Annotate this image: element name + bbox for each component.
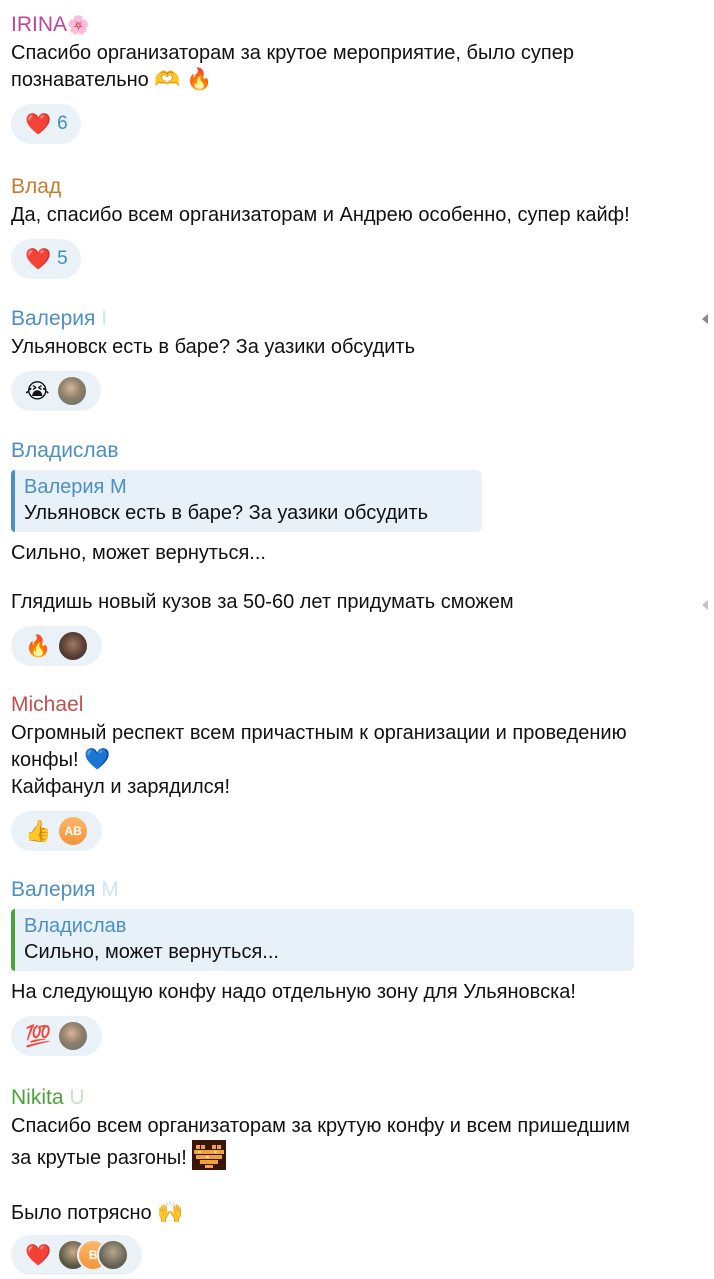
- message-valeria: Валерия I Ульяновск есть в баре? За уази…: [11, 306, 708, 411]
- message-vladislav: Владислав .q1::before{background:#4a90c4…: [11, 438, 708, 666]
- reply-quote[interactable]: Владислав Сильно, может вернуться...: [11, 909, 634, 971]
- message-line: Огромный респект всем причастным к орган…: [11, 722, 627, 744]
- message-line: Кайфанул и зарядился!: [11, 776, 231, 798]
- author-name[interactable]: Валерия I: [11, 306, 708, 334]
- reply-author: Владислав: [24, 915, 127, 937]
- reaction-chip[interactable]: ❤️ 6: [11, 104, 81, 144]
- pixel-heart-sticker-icon: [192, 1140, 227, 1178]
- message-valeria-2: Валерия М Владислав Сильно, может вернут…: [11, 877, 708, 1056]
- fire-icon: 🔥: [186, 67, 213, 91]
- message-line: На следующую конфу надо отдельную зону д…: [11, 981, 576, 1003]
- heart-hands-icon: 🫶: [154, 67, 181, 91]
- message-line: Было потрясно 🙌: [11, 1200, 184, 1225]
- blue-heart-icon: 💙: [84, 747, 111, 771]
- message-line: Да, спасибо всем организаторам и Андрею …: [11, 204, 630, 226]
- author-name[interactable]: Влад: [11, 174, 708, 202]
- avatar: [55, 375, 88, 407]
- author-name[interactable]: Валерия М: [11, 877, 708, 905]
- author-name[interactable]: IRINA🌸: [11, 12, 708, 40]
- author-name[interactable]: Nikita U: [11, 1085, 708, 1113]
- author-name[interactable]: Michael: [11, 692, 708, 720]
- reaction-chip[interactable]: 👍 AB: [11, 811, 103, 851]
- reply-quote[interactable]: .q1::before{background:#4a90c4;} Валерия…: [11, 470, 482, 532]
- red-heart-icon: ❤️: [25, 111, 52, 136]
- message-line: Сильно, может вернуться...: [11, 542, 266, 564]
- message-line: за крутые разгоны!: [11, 1140, 708, 1178]
- reaction-count: 5: [57, 248, 68, 269]
- avatar: AB: [57, 815, 90, 847]
- scroll-indicator-icon: [702, 600, 708, 610]
- avatar: [57, 630, 90, 662]
- reaction-chip[interactable]: 🔥: [11, 626, 103, 666]
- reaction-chip[interactable]: 😭: [11, 371, 101, 411]
- message-line: Спасибо всем организаторам за крутую кон…: [11, 1115, 630, 1137]
- message-line: Глядишь новый кузов за 50-60 лет придума…: [11, 591, 514, 613]
- avatar: [97, 1239, 130, 1271]
- scroll-indicator-icon: [702, 314, 708, 324]
- avatar: [57, 1020, 90, 1052]
- author-label: IRINA: [11, 13, 68, 36]
- flower-icon: 🌸: [67, 15, 90, 36]
- author-name[interactable]: Владислав: [11, 438, 708, 466]
- reaction-chip[interactable]: ❤️ B: [11, 1235, 143, 1275]
- message-vlad: Влад Да, спасибо всем организаторам и Ан…: [11, 174, 708, 279]
- red-heart-icon: ❤️: [25, 246, 52, 271]
- reaction-chip[interactable]: ❤️ 5: [11, 239, 81, 279]
- reply-author: Валерия М: [24, 476, 127, 498]
- reply-text: Сильно, может вернуться...: [24, 941, 279, 963]
- crying-face-icon: 😭: [25, 378, 50, 403]
- raised-hands-icon: 🙌: [157, 1200, 184, 1224]
- fire-icon: 🔥: [25, 633, 52, 658]
- message-line: Спасибо организаторам за крутое мероприя…: [11, 42, 574, 64]
- message-line: Ульяновск есть в баре? За уазики обсудит…: [11, 336, 416, 358]
- message-line: конфы! 💙: [11, 747, 111, 772]
- reaction-chip[interactable]: 💯: [11, 1016, 103, 1056]
- red-heart-icon: ❤️: [25, 1242, 52, 1267]
- message-line: познавательно 🫶 🔥: [11, 67, 213, 92]
- thumbs-up-icon: 👍: [25, 818, 52, 843]
- message-nikita: Nikita U Спасибо всем организаторам за к…: [11, 1085, 708, 1275]
- message-michael: Michael Огромный респект всем причастным…: [11, 692, 708, 851]
- message-irina: IRINA🌸 Спасибо организаторам за крутое м…: [11, 12, 708, 144]
- hundred-points-icon: 💯: [25, 1023, 52, 1048]
- reaction-count: 6: [57, 113, 68, 134]
- reply-text: Ульяновск есть в баре? За уазики обсудит…: [24, 502, 429, 524]
